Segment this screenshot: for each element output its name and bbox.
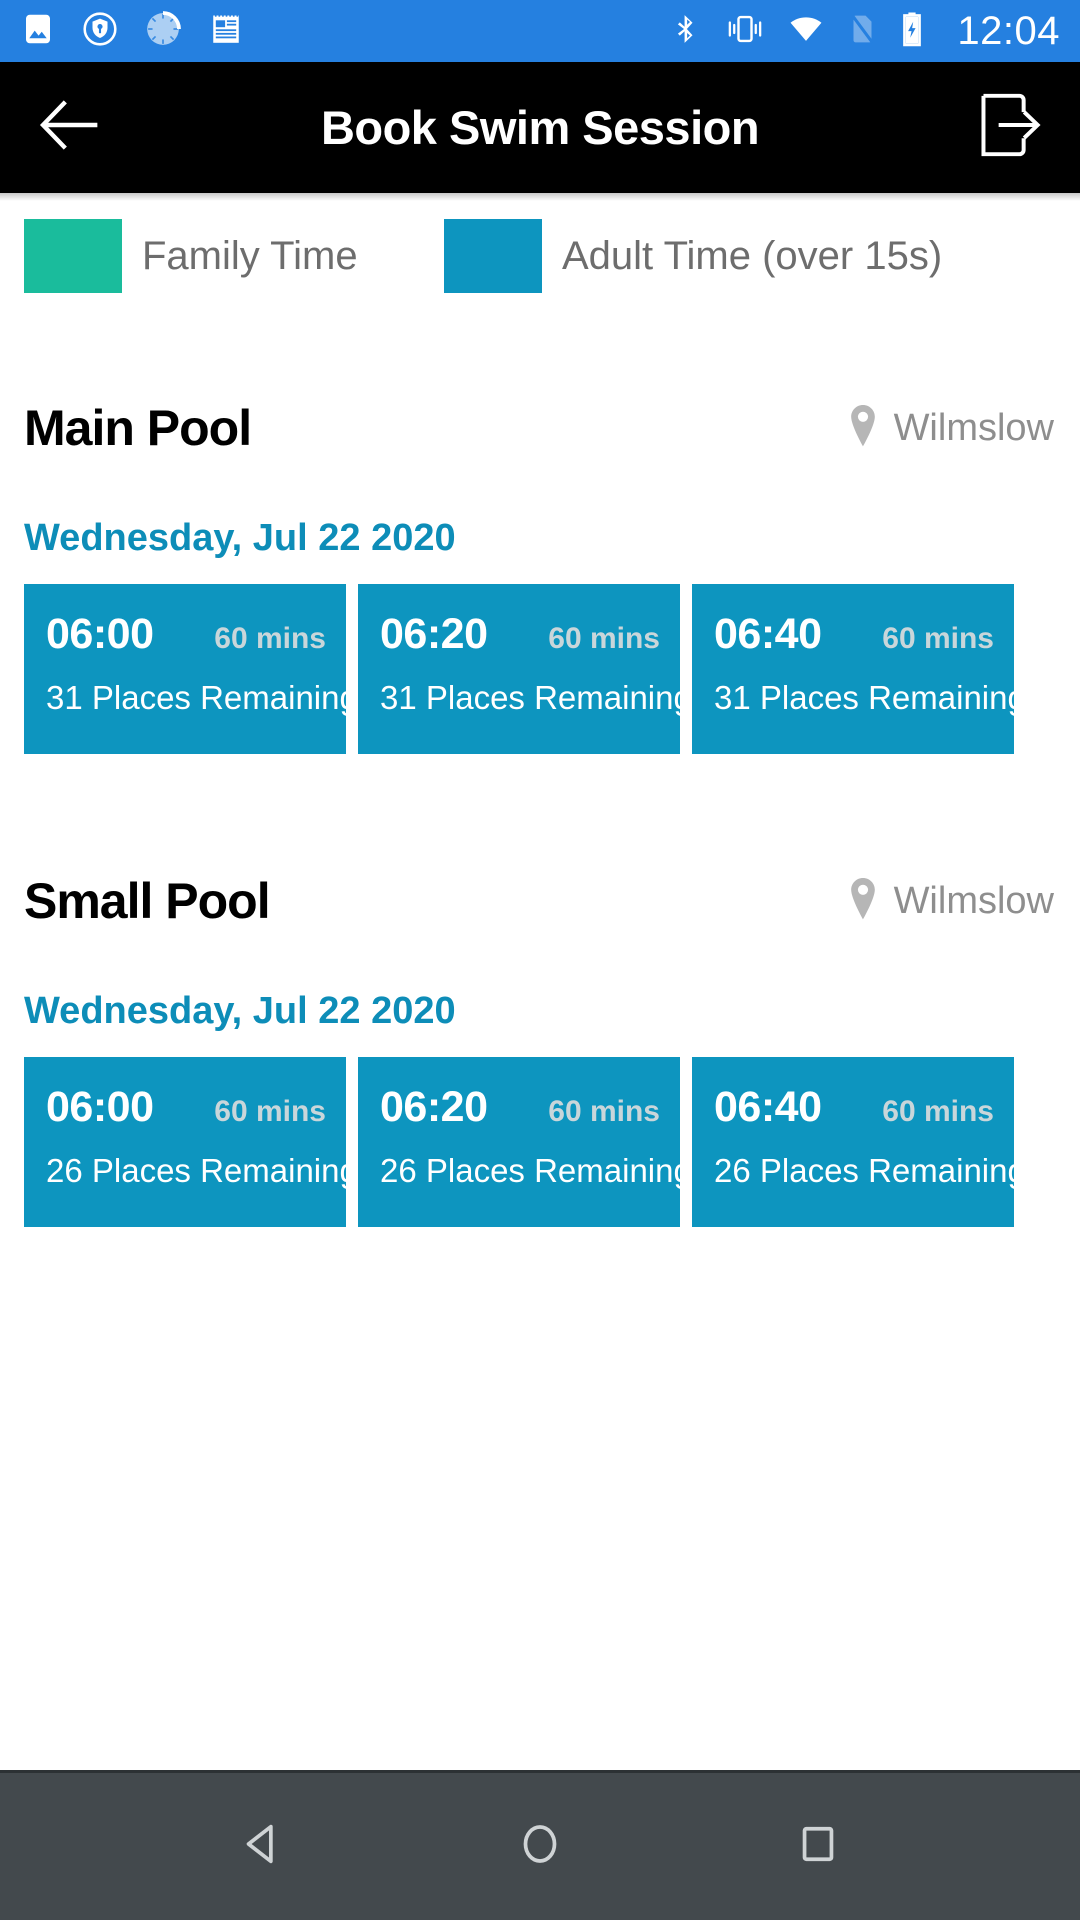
main-content: Family Time Adult Time (over 15s) Main P…: [0, 193, 1080, 1770]
slot-top: 06:20 60 mins: [380, 1083, 660, 1132]
slot-places-remaining: 31 Places Remaining: [714, 679, 1026, 716]
image-icon: [20, 11, 56, 52]
slot-places-remaining: 31 Places Remaining: [46, 679, 358, 716]
legend-swatch-family: [24, 219, 122, 293]
android-navigation-bar: [0, 1770, 1080, 1920]
pool-location-text-main: Wilmslow: [893, 406, 1054, 449]
legend-swatch-adult: [444, 219, 542, 293]
back-button[interactable]: [30, 99, 110, 156]
slot-places-remaining: 26 Places Remaining: [380, 1152, 692, 1189]
slot-card[interactable]: 06:20 60 mins 26 Places Remaining: [358, 1057, 692, 1227]
sync-spinner-icon: [144, 10, 182, 53]
pool-header-main: Main Pool Wilmslow: [0, 399, 1080, 457]
news-icon: [208, 11, 244, 52]
slot-time: 06:20: [380, 1083, 488, 1131]
nav-back-button[interactable]: [217, 1802, 307, 1892]
slot-duration: 60 mins: [548, 622, 660, 655]
pool-location-text-small: Wilmslow: [893, 879, 1054, 922]
slot-time: 06:40: [714, 610, 822, 658]
map-pin-icon: [846, 876, 880, 927]
slot-card[interactable]: 06:00 60 mins 26 Places Remaining: [24, 1057, 358, 1227]
slot-card[interactable]: 06:20 60 mins 31 Places Remaining: [358, 584, 692, 754]
slot-card[interactable]: 06:40 60 mins 26 Places Remaining: [692, 1057, 1026, 1227]
status-bar: 12:04: [0, 0, 1080, 62]
legend-item-adult: Adult Time (over 15s): [444, 219, 942, 293]
slot-top: 06:40 60 mins: [714, 1083, 994, 1132]
slot-duration: 60 mins: [882, 1095, 994, 1128]
slot-top: 06:00 60 mins: [46, 1083, 326, 1132]
status-bar-system-icons: 12:04: [669, 11, 1060, 52]
nav-recents-button[interactable]: [773, 1802, 863, 1892]
back-nav-icon: [239, 1821, 285, 1872]
slot-places-remaining: 31 Places Remaining: [380, 679, 692, 716]
slot-places-remaining: 26 Places Remaining: [46, 1152, 358, 1189]
battery-charging-icon: [899, 11, 925, 52]
slot-top: 06:40 60 mins: [714, 610, 994, 659]
slot-time: 06:20: [380, 610, 488, 658]
pool-date-small: Wednesday, Jul 22 2020: [24, 990, 456, 1032]
pool-location-main: Wilmslow: [846, 403, 1054, 454]
legend-item-family: Family Time: [24, 219, 444, 293]
slot-time: 06:00: [46, 610, 154, 658]
slot-duration: 60 mins: [882, 622, 994, 655]
slot-time: 06:00: [46, 1083, 154, 1131]
legend-label-adult: Adult Time (over 15s): [562, 233, 943, 278]
pool-name-main: Main Pool: [24, 400, 252, 456]
nav-home-button[interactable]: [495, 1802, 585, 1892]
pool-date-main: Wednesday, Jul 22 2020: [24, 517, 456, 559]
wifi-icon: [787, 12, 825, 51]
slot-top: 06:00 60 mins: [46, 610, 326, 659]
pool-name-small: Small Pool: [24, 873, 271, 929]
vibrate-icon: [725, 12, 765, 51]
bluetooth-icon: [669, 12, 703, 51]
slot-duration: 60 mins: [214, 622, 326, 655]
pool-section-small: Small Pool Wilmslow Wednesday, Jul 22 20…: [0, 872, 1080, 1227]
status-bar-notification-icons: [20, 10, 244, 53]
recents-nav-icon: [795, 1821, 841, 1872]
home-nav-icon: [517, 1821, 563, 1872]
slot-row-small[interactable]: 06:00 60 mins 26 Places Remaining 06:20 …: [0, 1057, 1080, 1227]
slot-top: 06:20 60 mins: [380, 610, 660, 659]
no-sim-icon: [847, 12, 877, 51]
slot-row-main[interactable]: 06:00 60 mins 31 Places Remaining 06:20 …: [0, 584, 1080, 754]
logout-button[interactable]: [970, 89, 1050, 166]
legend: Family Time Adult Time (over 15s): [0, 193, 1080, 293]
slot-card[interactable]: 06:00 60 mins 31 Places Remaining: [24, 584, 358, 754]
slot-card[interactable]: 06:40 60 mins 31 Places Remaining: [692, 584, 1026, 754]
shield-key-icon: [82, 11, 118, 52]
app-bar: Book Swim Session: [0, 62, 1080, 193]
slot-time: 06:40: [714, 1083, 822, 1131]
slot-duration: 60 mins: [548, 1095, 660, 1128]
phone-screen: 12:04 Book Swim Session Family Time Adul…: [0, 0, 1080, 1920]
page-title: Book Swim Session: [320, 101, 760, 154]
legend-label-family: Family Time: [142, 233, 358, 278]
pool-header-small: Small Pool Wilmslow: [0, 872, 1080, 930]
back-arrow-icon: [39, 99, 101, 156]
map-pin-icon: [846, 403, 880, 454]
logout-icon: [977, 89, 1043, 166]
status-bar-clock: 12:04: [957, 9, 1060, 53]
pool-section-main: Main Pool Wilmslow Wednesday, Jul 22 202…: [0, 399, 1080, 754]
slot-duration: 60 mins: [214, 1095, 326, 1128]
pool-location-small: Wilmslow: [846, 876, 1054, 927]
slot-places-remaining: 26 Places Remaining: [714, 1152, 1026, 1189]
